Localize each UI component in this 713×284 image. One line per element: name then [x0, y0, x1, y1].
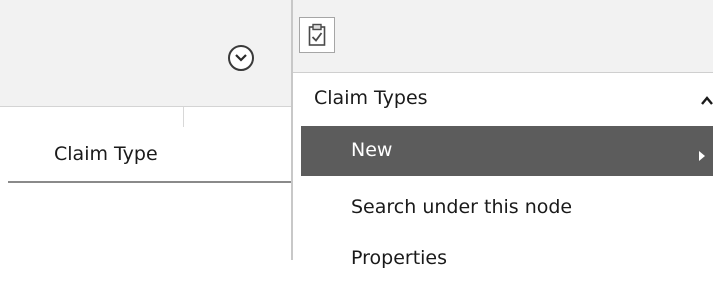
- action-new[interactable]: New: [301, 126, 713, 176]
- column-header-label: Claim Type: [54, 143, 158, 165]
- column-header-claim-type[interactable]: Claim Type: [8, 131, 291, 183]
- results-pane: Claim Type: [0, 0, 291, 260]
- action-label: Search under this node: [351, 196, 573, 218]
- chevron-down-circle-icon[interactable]: [228, 45, 254, 71]
- section-title: Claim Types: [314, 87, 428, 109]
- submenu-arrow-icon: [699, 146, 705, 165]
- action-properties[interactable]: Properties: [301, 234, 713, 284]
- action-label: Properties: [351, 247, 448, 269]
- action-label: New: [351, 139, 393, 161]
- clipboard-check-icon[interactable]: [299, 17, 335, 53]
- actions-toolbar: [293, 0, 713, 73]
- column-divider[interactable]: [183, 107, 184, 127]
- section-header-claim-types[interactable]: Claim Types: [293, 73, 713, 123]
- results-header-area: [0, 0, 291, 107]
- action-search-under-this-node[interactable]: Search under this node: [301, 183, 713, 233]
- chevron-up-icon[interactable]: [701, 90, 713, 109]
- actions-pane: Claim Types New Search under this node P…: [293, 0, 713, 269]
